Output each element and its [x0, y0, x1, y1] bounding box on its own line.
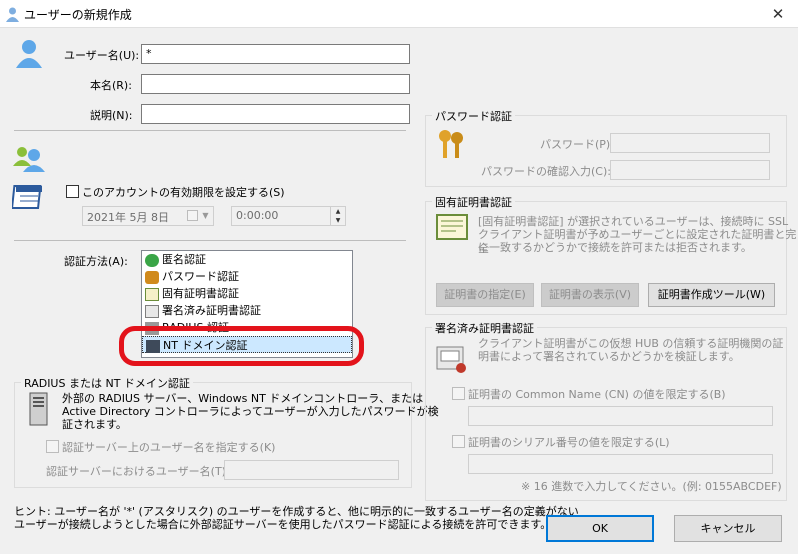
- server-username-label: 認証サーバーにおけるユーザー名(T):: [46, 465, 230, 478]
- password-confirm-label: パスワードの確認入力(C):: [481, 165, 611, 178]
- description-input[interactable]: [141, 104, 410, 124]
- chevron-down-icon: ▼: [202, 211, 209, 220]
- cn-checkbox-label: 証明書の Common Name (CN) の値を限定する(B): [468, 388, 726, 401]
- expiry-date-value: 2021年 5月 8日: [87, 211, 169, 224]
- signed-cert-group-title: 署名済み証明書認証: [432, 320, 537, 336]
- realname-input[interactable]: [141, 74, 410, 94]
- realname-label: 本名(R):: [90, 79, 132, 92]
- view-cert-button[interactable]: 証明書の表示(V): [541, 283, 639, 307]
- certificate-icon: [436, 214, 468, 240]
- auth-method-label: 認証方法(A):: [64, 255, 128, 268]
- radius-desc-line3: 証されます。: [62, 418, 127, 431]
- serial-input[interactable]: [468, 454, 773, 474]
- signed-certificate-icon: [436, 346, 466, 373]
- username-label: ユーザー名(U):: [64, 49, 140, 62]
- window-title: ユーザーの新規作成: [24, 8, 132, 22]
- specify-cert-button[interactable]: 証明書の指定(E): [436, 283, 534, 307]
- footer-hint-line1: ヒント: ユーザー名が '*' (アスタリスク) のユーザーを作成すると、他に明…: [14, 505, 579, 518]
- server-tower-icon: [29, 392, 48, 426]
- specify-username-label: 認証サーバー上のユーザー名を指定する(K): [62, 441, 276, 454]
- certificate-icon: [145, 287, 159, 301]
- signed-desc-line1: クライアント証明書がこの仮想 HUB の信頼する証明機関の証: [478, 337, 784, 350]
- users-group-icon: [13, 147, 45, 172]
- signed-certificate-icon: [145, 304, 159, 318]
- footer-hint-line2: ユーザーが接続しようとした場合に外部認証サーバーを使用したパスワード認証による接…: [14, 518, 552, 531]
- cn-input[interactable]: [468, 406, 773, 426]
- list-item-signed-cert[interactable]: 署名済み証明書認証: [142, 302, 352, 319]
- username-input[interactable]: *: [141, 44, 410, 64]
- cn-checkbox[interactable]: [452, 387, 465, 400]
- title-bar: ユーザーの新規作成 ✕: [0, 0, 798, 28]
- signed-desc-line2: 明書によって署名されているかどうかを検証します。: [478, 350, 740, 363]
- password-group-title: パスワード認証: [432, 108, 515, 124]
- list-item-cert[interactable]: 固有証明書認証: [142, 285, 352, 302]
- cert-tool-button[interactable]: 証明書作成ツール(W): [648, 283, 775, 307]
- description-label: 説明(N):: [90, 109, 133, 122]
- spin-updown-icon[interactable]: ▲ ▼: [330, 207, 345, 225]
- date-checkbox: [187, 210, 198, 221]
- user-avatar-icon: [16, 40, 42, 68]
- check-circle-icon: [145, 253, 159, 267]
- expiry-checkbox[interactable]: [66, 185, 79, 198]
- password-confirm-input[interactable]: [610, 160, 770, 180]
- separator: [14, 130, 406, 131]
- radius-desc-line1: 外部の RADIUS サーバー、Windows NT ドメインコントローラ、また…: [62, 392, 424, 405]
- list-item-password[interactable]: パスワード認証: [142, 268, 352, 285]
- expiry-time-picker[interactable]: 0:00:00 ▲ ▼: [231, 206, 346, 226]
- highlight-annotation: [119, 326, 364, 366]
- serial-hint: ※ 16 進数で入力してください。(例: 0155ABCDEF): [521, 480, 782, 493]
- expiry-time-value: 0:00:00: [236, 209, 279, 222]
- keys-icon: [439, 130, 463, 158]
- ok-button[interactable]: OK: [546, 515, 654, 542]
- keys-icon: [145, 270, 159, 284]
- cert-desc-line3: に一致するかどうかで接続を許可または拒否されます。: [478, 241, 752, 254]
- radius-desc-line2: Active Directory コントローラによってユーザーが入力したパスワー…: [62, 405, 439, 418]
- expiry-date-picker[interactable]: 2021年 5月 8日 ▼: [82, 206, 214, 226]
- serial-checkbox[interactable]: [452, 435, 465, 448]
- list-item-anonymous[interactable]: 匿名認証: [142, 251, 352, 268]
- close-button[interactable]: ✕: [758, 0, 798, 28]
- cancel-button[interactable]: キャンセル: [674, 515, 782, 542]
- serial-checkbox-label: 証明書のシリアル番号の値を限定する(L): [468, 436, 670, 449]
- user-icon: [6, 7, 19, 22]
- specify-username-checkbox[interactable]: [46, 440, 59, 453]
- separator: [14, 240, 406, 241]
- expiry-checkbox-label: このアカウントの有効期限を設定する(S): [82, 186, 285, 199]
- cert-group-title: 固有証明書認証: [432, 194, 515, 210]
- cert-desc-line1: [固有証明書認証] が選択されているユーザーは、接続時に SSL: [478, 215, 789, 228]
- password-input[interactable]: [610, 133, 770, 153]
- server-username-input[interactable]: [224, 460, 399, 480]
- calendar-icon: [12, 185, 42, 209]
- password-label: パスワード(P):: [540, 138, 614, 151]
- radius-group-title: RADIUS または NT ドメイン認証: [21, 375, 193, 391]
